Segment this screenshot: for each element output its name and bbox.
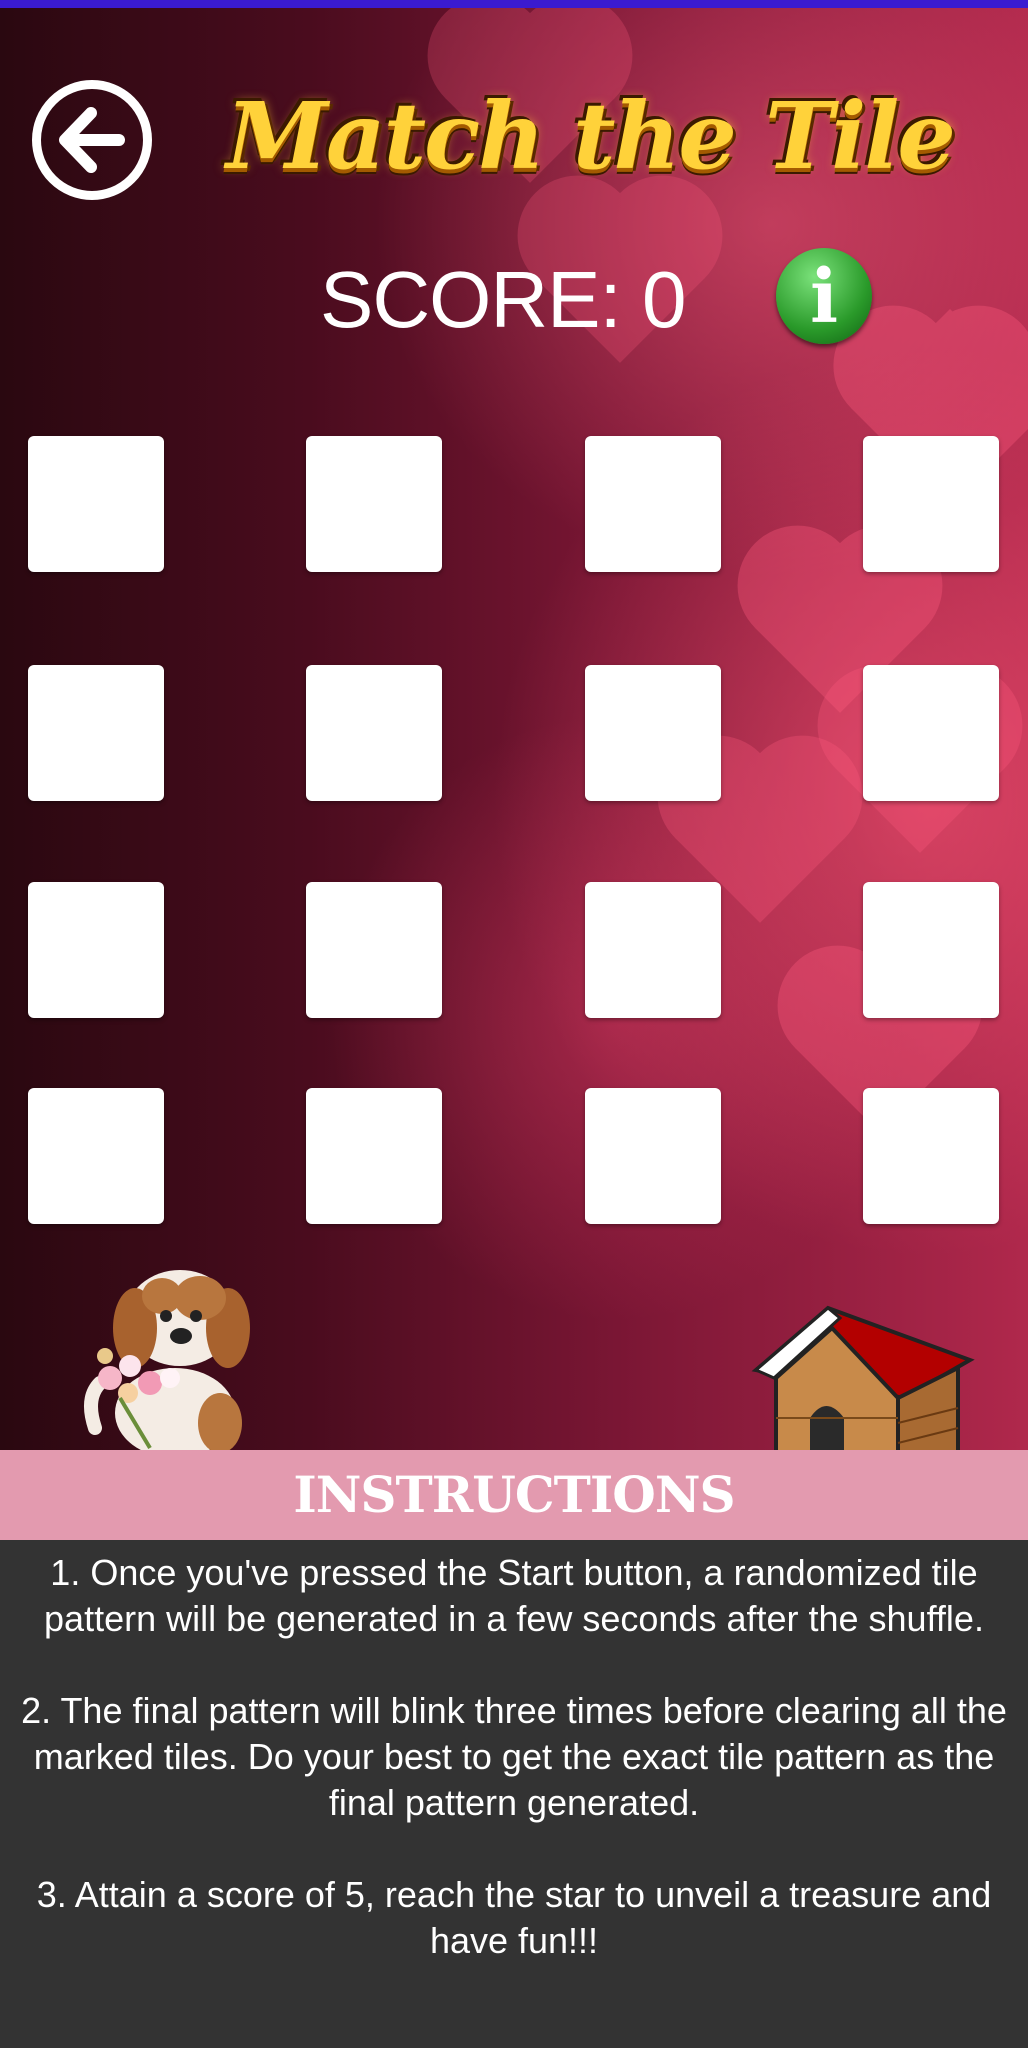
info-icon: i	[809, 254, 839, 340]
dog-character-icon	[84, 1270, 250, 1450]
dog-house-icon	[751, 1305, 975, 1450]
tile-r2-c4[interactable]	[863, 665, 999, 801]
tile-r1-c4[interactable]	[863, 436, 999, 572]
tile-r4-c3[interactable]	[585, 1088, 721, 1224]
tile-r3-c1[interactable]	[28, 882, 164, 1018]
tile-r1-c3[interactable]	[585, 436, 721, 572]
tile-r4-c1[interactable]	[28, 1088, 164, 1224]
game-stage: Match the Tile SCORE: 0 i	[0, 8, 1028, 1450]
instruction-item-3: 3. Attain a score of 5, reach the star t…	[36, 1874, 992, 1961]
game-title: Match the Tile	[226, 82, 956, 190]
instruction-item-1: 1. Once you've pressed the Start button,…	[44, 1552, 984, 1639]
info-button[interactable]: i	[776, 248, 872, 344]
tile-r4-c4[interactable]	[863, 1088, 999, 1224]
instruction-item-2: 2. The final pattern will blink three ti…	[21, 1690, 1007, 1823]
instructions-heading: INSTRUCTIONS	[293, 1465, 735, 1524]
top-status-bar	[0, 0, 1028, 8]
tile-r4-c2[interactable]	[306, 1088, 442, 1224]
instructions-body: 1. Once you've pressed the Start button,…	[0, 1540, 1028, 2048]
instructions-header: INSTRUCTIONS	[0, 1450, 1028, 1540]
tile-r1-c2[interactable]	[306, 436, 442, 572]
tile-r2-c1[interactable]	[28, 665, 164, 801]
tile-r3-c4[interactable]	[863, 882, 999, 1018]
back-button[interactable]	[32, 80, 152, 200]
tile-r2-c3[interactable]	[585, 665, 721, 801]
tile-r1-c1[interactable]	[28, 436, 164, 572]
back-arrow-icon	[59, 107, 125, 173]
tile-r3-c3[interactable]	[585, 882, 721, 1018]
score-label: SCORE: 0	[320, 255, 686, 344]
tile-r2-c2[interactable]	[306, 665, 442, 801]
tile-r3-c2[interactable]	[306, 882, 442, 1018]
